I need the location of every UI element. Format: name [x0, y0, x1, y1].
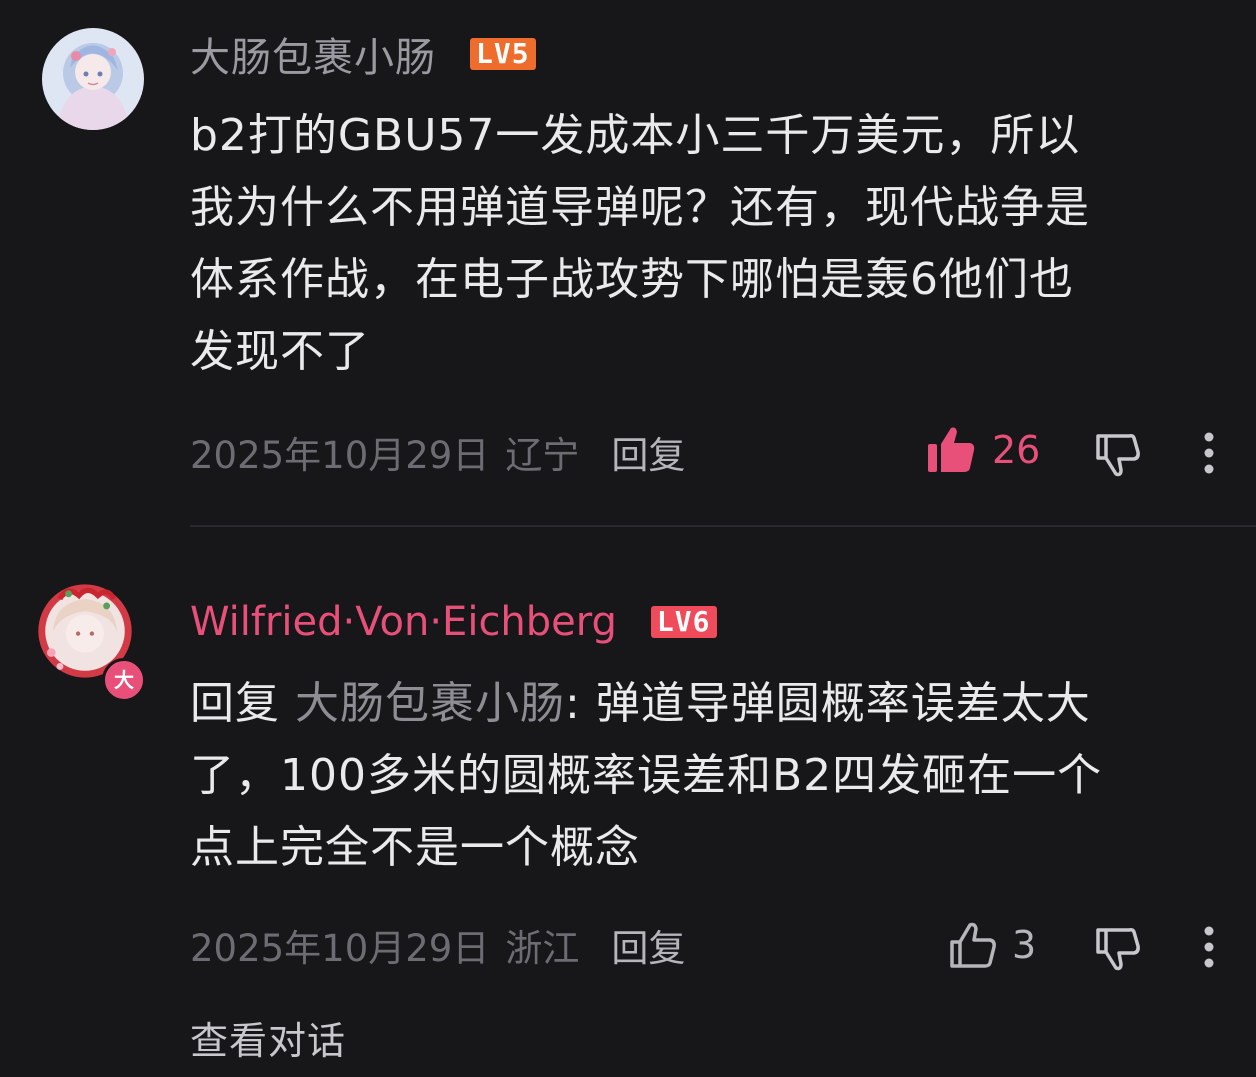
- comment-line: b2打的GBU57一发成本小三千万美元，所以: [190, 110, 1081, 161]
- like-count: 3: [1012, 923, 1037, 967]
- comment-line: 了，100多米的圆概率误差和B2四发砸在一个: [190, 750, 1103, 801]
- timestamp: 2025年10月29日: [190, 927, 490, 970]
- more-vertical-icon: [1200, 432, 1218, 474]
- reply-prefix: 回复: [190, 678, 280, 729]
- like-button[interactable]: 26: [926, 424, 1040, 476]
- avatar[interactable]: [42, 28, 144, 130]
- dislike-button[interactable]: [1094, 430, 1142, 478]
- level-badge: LV6: [650, 606, 717, 638]
- timestamp: 2025年10月29日: [190, 434, 490, 477]
- comment-header: Wilfried·Von·Eichberg LV6: [190, 594, 717, 650]
- like-count: 26: [992, 428, 1041, 472]
- location: 浙江: [505, 927, 580, 970]
- reply-button[interactable]: 回复: [611, 918, 685, 972]
- view-thread-link[interactable]: 查看对话: [190, 1010, 346, 1065]
- username[interactable]: Wilfried·Von·Eichberg: [190, 599, 617, 645]
- comment-line: 发现不了: [190, 326, 370, 377]
- more-button[interactable]: [1200, 926, 1218, 968]
- level-badge: LV5: [470, 38, 536, 70]
- comment-line: 回复 大肠包裹小肠: 弹道导弹圆概率误差太大: [190, 668, 1220, 740]
- divider: [190, 525, 1256, 527]
- more-vertical-icon: [1200, 926, 1218, 968]
- comment-meta: 2025年10月29日 辽宁 回复: [190, 427, 685, 477]
- thumbs-up-filled-icon: [926, 424, 976, 476]
- dislike-button[interactable]: [1094, 924, 1142, 972]
- comment-text-first: : 弹道导弹圆概率误差太大: [565, 678, 1091, 729]
- thumbs-down-icon: [1094, 924, 1142, 972]
- location: 辽宁: [505, 434, 580, 477]
- comment-meta: 2025年10月29日 浙江 回复: [190, 920, 685, 970]
- avatar-image: [42, 28, 144, 130]
- comment-line: 体系作战，在电子战攻势下哪怕是轰6他们也: [190, 254, 1074, 305]
- reply-button[interactable]: 回复: [611, 425, 685, 479]
- like-button[interactable]: 3: [948, 920, 1036, 970]
- thumbs-down-icon: [1094, 430, 1142, 478]
- comment-line: 我为什么不用弹道导弹呢？还有，现代战争是: [190, 182, 1090, 233]
- username[interactable]: 大肠包裹小肠: [190, 25, 436, 83]
- comment-text: 回复 大肠包裹小肠: 弹道导弹圆概率误差太大 了，100多米的圆概率误差和B2四…: [190, 668, 1220, 884]
- avatar[interactable]: 大: [34, 580, 152, 702]
- comment-text: b2打的GBU57一发成本小三千万美元，所以 我为什么不用弹道导弹呢？还有，现代…: [190, 100, 1220, 388]
- mention-link[interactable]: 大肠包裹小肠: [295, 678, 565, 729]
- more-button[interactable]: [1200, 432, 1218, 474]
- thumbs-up-outline-icon: [948, 920, 998, 970]
- comment-line: 点上完全不是一个概念: [190, 822, 640, 873]
- comment-header: 大肠包裹小肠 LV5: [190, 26, 536, 82]
- avatar-badge: 大: [102, 658, 146, 702]
